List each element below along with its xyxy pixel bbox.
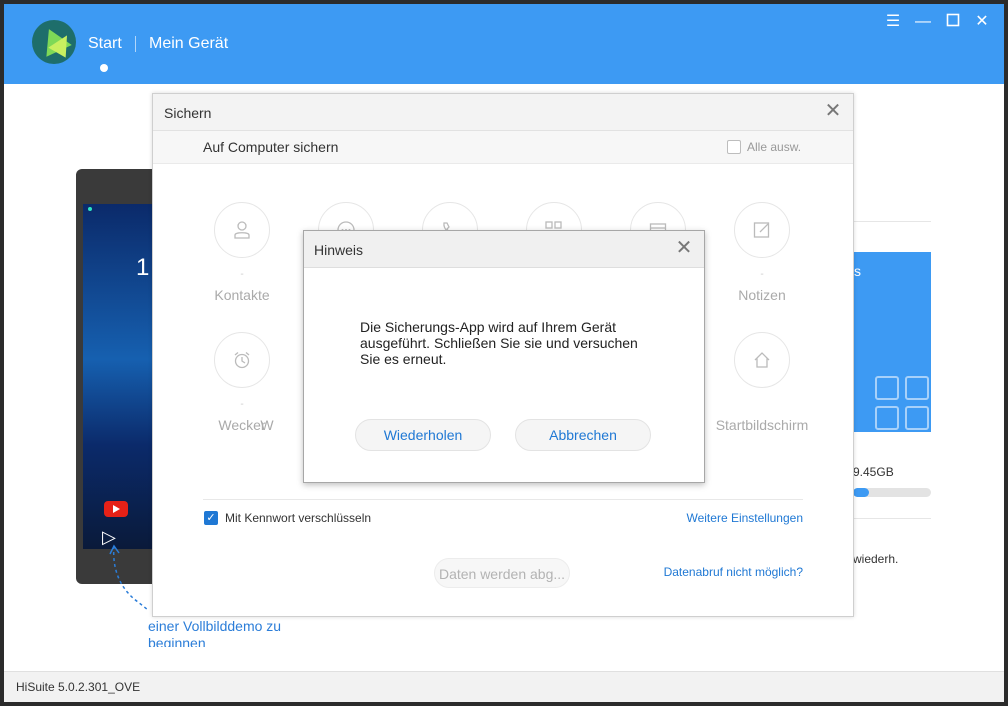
item-count: - — [760, 269, 764, 280]
contact-icon[interactable] — [214, 202, 270, 258]
more-settings-link[interactable]: Weitere Einstellungen — [686, 511, 803, 525]
notice-dialog-titlebar: Hinweis ✕ — [304, 231, 704, 268]
storage-text: 9.45GB — [853, 465, 894, 479]
demo-hint-text-2[interactable]: beginnen — [148, 635, 298, 647]
fetch-failed-link[interactable]: Datenabruf nicht möglich? — [664, 565, 803, 579]
category-label-partial: W — [260, 417, 274, 433]
notice-message-line: ausgeführt. Schließen Sie sie und versuc… — [360, 335, 638, 351]
active-tab-indicator — [100, 64, 108, 72]
encrypt-label[interactable]: Mit Kennwort verschlüsseln — [225, 511, 371, 525]
close-icon[interactable]: ✕ — [973, 13, 991, 31]
nav-separator — [135, 36, 136, 52]
encrypt-checkbox[interactable]: ✓ — [204, 511, 218, 525]
storage-bar — [853, 488, 931, 497]
fetching-data-button[interactable]: Daten werden abg... — [434, 558, 570, 588]
hisuite-window: Start Mein Gerät ☰ — ✕ 1 ▷ einer Vollbil… — [4, 4, 1004, 702]
grid-icon — [875, 406, 899, 430]
version-label: HiSuite 5.0.2.301_OVE — [16, 680, 141, 694]
grid-icon — [875, 376, 899, 400]
demo-arrow-icon — [109, 544, 149, 611]
divider — [853, 221, 931, 222]
divider — [853, 518, 931, 519]
status-bar: HiSuite 5.0.2.301_OVE — [4, 671, 1004, 702]
menu-icon[interactable]: ☰ — [884, 13, 902, 31]
backup-card-title: s — [854, 263, 861, 279]
restore-link[interactable]: wiederh. — [853, 552, 898, 566]
storage-fill — [853, 488, 869, 497]
device-clock: 1 — [136, 254, 150, 281]
divider — [203, 499, 803, 500]
category-label-notes: Notizen — [738, 287, 786, 303]
minimize-icon[interactable]: — — [914, 13, 932, 31]
notice-dialog: Hinweis ✕ Die Sicherungs-App wird auf Ih… — [303, 230, 705, 483]
hisuite-logo-icon — [32, 20, 76, 64]
close-icon[interactable]: ✕ — [674, 238, 694, 258]
item-count: - — [240, 269, 244, 280]
grid-icon — [905, 406, 929, 430]
nav-tab-my-device[interactable]: Mein Gerät — [149, 35, 228, 53]
notice-dialog-title: Hinweis — [314, 242, 364, 258]
maximize-icon[interactable] — [944, 13, 962, 31]
youtube-icon[interactable] — [104, 501, 128, 517]
alarm-icon[interactable] — [214, 332, 270, 388]
nav-tab-start[interactable]: Start — [88, 35, 122, 53]
select-all-label[interactable]: Alle ausw. — [747, 140, 801, 154]
close-icon[interactable]: ✕ — [823, 101, 843, 121]
notice-message: Die Sicherungs-App wird auf Ihrem Gerät … — [360, 319, 660, 367]
status-led — [88, 207, 92, 211]
item-count: - — [240, 399, 244, 410]
backup-card[interactable] — [853, 252, 931, 432]
notice-message-line: Die Sicherungs-App wird auf Ihrem Gerät — [360, 319, 616, 335]
category-label-homescreen: Startbildschirm — [715, 417, 809, 433]
demo-hint-text[interactable]: einer Vollbilddemo zu — [148, 618, 298, 634]
notice-message-line: Sie es erneut. — [360, 351, 447, 367]
note-icon[interactable] — [734, 202, 790, 258]
app-header: Start Mein Gerät ☰ — ✕ — [4, 4, 1004, 84]
select-all-checkbox[interactable] — [727, 140, 741, 154]
cancel-button[interactable]: Abbrechen — [515, 419, 651, 451]
backup-dialog-title: Sichern — [164, 105, 212, 121]
grid-icon — [905, 376, 929, 400]
backup-dialog-titlebar: Sichern ✕ — [153, 94, 853, 131]
home-icon[interactable] — [734, 332, 790, 388]
category-label-contacts: Kontakte — [214, 287, 270, 303]
retry-button[interactable]: Wiederholen — [355, 419, 491, 451]
backup-target-label: Auf Computer sichern — [203, 139, 339, 155]
backup-dialog-subheader: Auf Computer sichern Alle ausw. — [153, 131, 853, 164]
